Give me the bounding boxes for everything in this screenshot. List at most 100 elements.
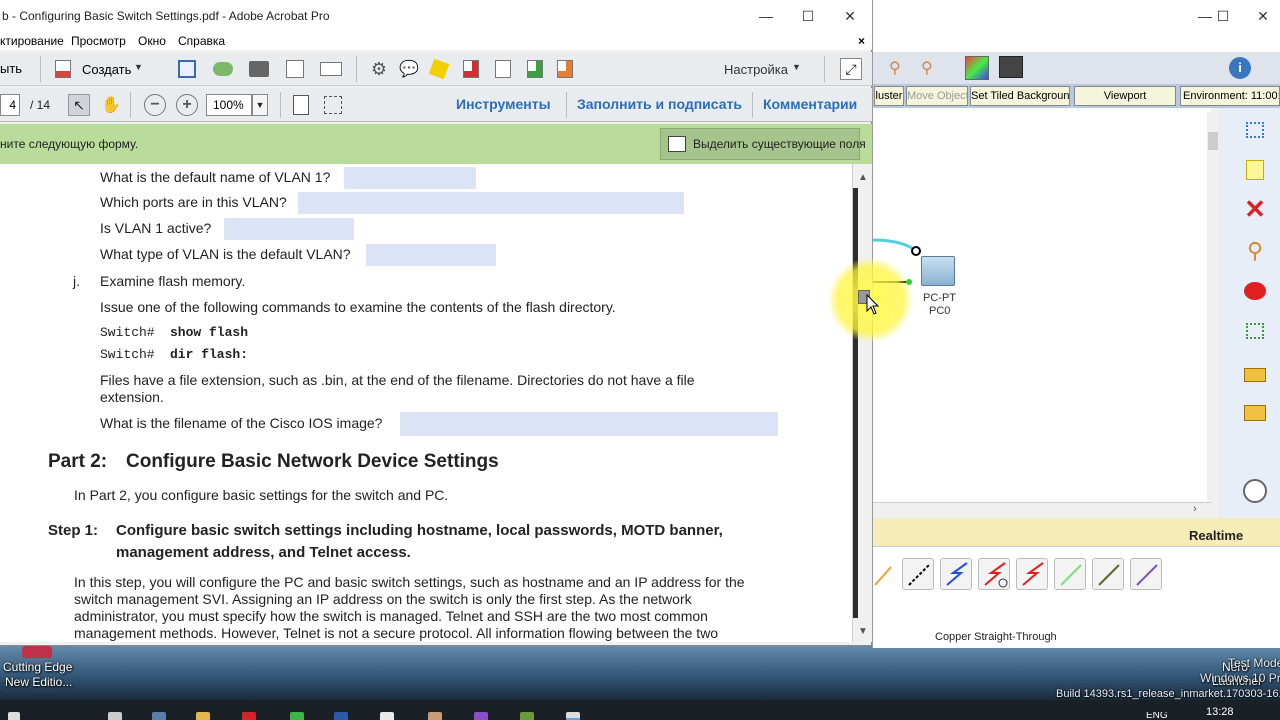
menu-window[interactable]: Окно [138,32,166,50]
scroll-right-icon[interactable]: › [1193,503,1197,515]
create-icon[interactable] [52,58,74,80]
zoom-dropdown-icon[interactable]: ▼ [252,94,268,116]
pt-logical-canvas[interactable]: PC-PT PC0 [873,108,1211,518]
highlight-fields-button[interactable]: Выделить существующие поля [660,128,866,160]
pt-horizontal-scrollbar[interactable]: › [873,502,1211,518]
inspect-icon[interactable]: ⚲ [1240,236,1270,266]
insert-pages-icon[interactable] [524,58,546,80]
file-explorer-icon[interactable] [196,712,210,720]
answer-field-vlan-type[interactable] [366,244,496,266]
menu-edit[interactable]: ктирование [0,32,64,50]
zoom-in-icon[interactable]: + [176,94,198,116]
pt-set-tiled-background-button[interactable]: Set Tiled Background [970,86,1070,106]
answer-field-vlan-name[interactable] [344,167,476,189]
delete-icon[interactable]: ✕ [1240,194,1270,224]
cutting-edge-app-icon[interactable] [22,646,52,658]
clock[interactable]: 13:28 [1206,706,1234,718]
settings-gear-icon[interactable]: ⚙ [368,58,390,80]
add-complex-pdu-icon[interactable] [1240,398,1270,428]
answer-field-ios-filename[interactable] [400,412,778,436]
task-view-icon[interactable] [108,712,122,720]
fit-width-icon[interactable] [322,94,344,116]
whatsapp-icon[interactable] [290,712,304,720]
pt-close-button[interactable]: ✕ [1243,0,1280,32]
minimize-button[interactable]: — [746,0,786,32]
select-tool-icon[interactable]: ↖ [68,94,90,116]
palette-icon[interactable] [965,56,989,80]
document-scroll-thumb[interactable] [853,188,858,618]
menu-view[interactable]: Просмотр [71,32,126,50]
magnify-icon[interactable]: ⚲ [889,58,911,78]
maximize-button[interactable]: ☐ [788,0,828,32]
close-document-icon[interactable]: × [858,32,865,50]
pt-move-object-button[interactable]: Move Object [906,86,968,106]
print-icon[interactable] [248,58,270,80]
app-icon-2[interactable] [520,712,534,720]
acrobat-taskbar-icon[interactable] [566,712,580,720]
info-icon[interactable]: i [1229,57,1251,79]
answer-field-vlan-ports[interactable] [298,192,684,214]
fit-page-icon[interactable] [290,94,312,116]
pt-cluster-button[interactable]: luster [874,86,904,106]
connection-copper-straight-icon[interactable] [1092,558,1124,590]
document-page[interactable]: What is the default name of VLAN 1? Whic… [0,164,852,642]
answer-field-vlan-active[interactable] [224,218,354,240]
note-icon[interactable] [1240,155,1270,185]
connection-serial-dce-icon[interactable] [978,558,1010,590]
pt-vertical-scrollbar[interactable] [1207,112,1219,516]
add-simple-pdu-icon[interactable] [1240,360,1270,390]
hand-tool-icon[interactable]: ✋ [100,94,122,116]
connection-copper-cross-icon[interactable] [1130,558,1162,590]
connection-serial-dte-icon[interactable] [1016,558,1048,590]
device-dialog-icon[interactable] [999,56,1023,78]
connection-console-icon[interactable] [902,558,934,590]
comments-pane-button[interactable]: Комментарии [763,96,857,112]
zoom-input[interactable] [206,94,252,116]
zoom-out-icon[interactable]: ⚲ [921,58,943,78]
user-app-icon[interactable] [428,712,442,720]
pt-scroll-thumb[interactable] [1208,132,1218,150]
fill-sign-pane-button[interactable]: Заполнить и подписать [577,96,742,112]
pc-device-icon[interactable] [921,256,955,286]
expand-icon[interactable]: ⤢ [840,58,862,80]
chrome-icon[interactable] [380,712,394,720]
outlook-icon[interactable] [334,712,348,720]
language-indicator[interactable]: ENG [1146,712,1168,720]
menu-help[interactable]: Справка [178,32,225,50]
draw-ellipse-icon[interactable] [1240,276,1270,306]
connection-fiber-icon[interactable] [1054,558,1086,590]
comment-icon[interactable]: 💬 [398,58,420,80]
create-dropdown-icon[interactable]: ▼ [134,62,143,72]
open-button[interactable]: ыть [0,61,22,76]
resize-shape-icon[interactable] [1240,316,1270,346]
document-vertical-scrollbar[interactable]: ▲ ▼ [852,164,872,642]
replace-pages-icon[interactable] [554,58,576,80]
delete-pages-icon[interactable] [460,58,482,80]
connection-auto-icon[interactable] [868,558,900,590]
page-number-input[interactable] [0,94,20,116]
select-icon[interactable] [1240,115,1270,145]
connection-straight-icon[interactable] [940,558,972,590]
realtime-mode-icon[interactable] [1240,476,1270,506]
customize-button[interactable]: Настройка [724,62,788,77]
opera-icon[interactable] [242,712,256,720]
customize-dropdown-icon[interactable]: ▼ [792,62,801,72]
pt-maximize-button[interactable]: ☐ [1203,0,1243,32]
realtime-label[interactable]: Realtime [1189,528,1243,543]
scroll-down-icon[interactable]: ▼ [858,626,868,637]
extract-pages-icon[interactable] [492,58,514,80]
scroll-up-icon[interactable]: ▲ [858,172,868,183]
app-icon[interactable] [152,712,166,720]
pt-viewport-button[interactable]: Viewport [1074,86,1176,106]
highlight-icon[interactable] [428,58,450,80]
save-icon[interactable] [176,58,198,80]
close-button[interactable]: ✕ [830,0,870,32]
zoom-out-icon[interactable]: − [144,94,166,116]
edit-icon[interactable] [284,58,306,80]
start-icon[interactable] [8,712,20,720]
email-icon[interactable] [320,58,342,80]
pt-environment-button[interactable]: Environment: 11:00:0 [1180,86,1280,106]
tools-pane-button[interactable]: Инструменты [456,96,551,112]
upload-cloud-icon[interactable] [212,58,234,80]
visual-studio-icon[interactable] [474,712,488,720]
